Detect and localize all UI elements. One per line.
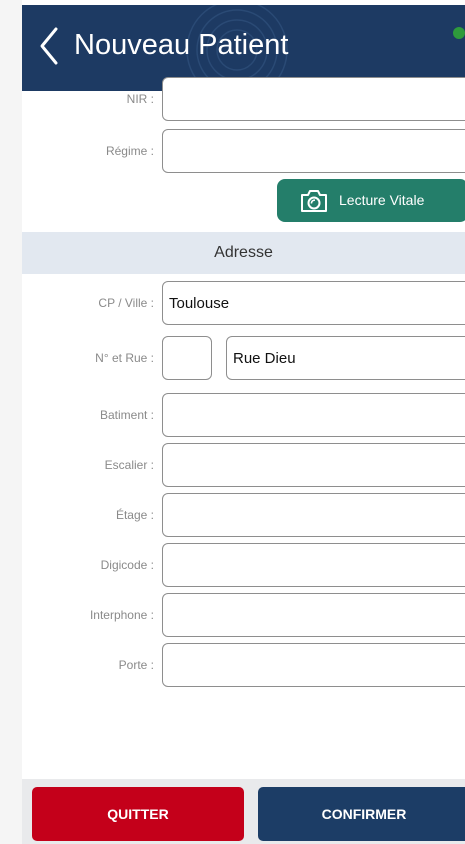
porte-label: Porte : [118, 658, 154, 672]
address-section-header: Adresse [22, 232, 465, 274]
nir-field[interactable] [162, 77, 465, 121]
lecture-vitale-label: Lecture Vitale [339, 192, 425, 208]
lecture-vitale-button[interactable]: Lecture Vitale [277, 179, 465, 222]
interphone-row: Interphone : [22, 593, 465, 637]
batiment-label: Batiment : [99, 408, 154, 422]
chevron-left-icon[interactable] [36, 23, 62, 69]
regime-row: Régime : [22, 129, 465, 173]
escalier-label: Escalier : [104, 458, 154, 472]
interphone-label: Interphone : [89, 608, 154, 622]
cp-ville-row: CP / Ville : [22, 281, 465, 325]
address-section-title: Adresse [214, 244, 273, 261]
etage-row: Étage : [22, 493, 465, 537]
street-name-field[interactable] [226, 336, 465, 380]
left-margin [0, 0, 22, 844]
etage-field[interactable] [162, 493, 465, 537]
confirm-button[interactable]: CONFIRMER [258, 787, 465, 841]
batiment-field[interactable] [162, 393, 465, 437]
regime-label: Régime : [105, 144, 154, 158]
app-screen: Nouveau Patient NIR : Régime : Lecture V… [22, 5, 465, 844]
numero-rue-label: N° et Rue : [95, 351, 154, 365]
numero-rue-row: N° et Rue : [22, 336, 465, 380]
porte-field[interactable] [162, 643, 465, 687]
quit-button[interactable]: QUITTER [32, 787, 244, 841]
escalier-field[interactable] [162, 443, 465, 487]
regime-field[interactable] [162, 129, 465, 173]
digicode-label: Digicode : [100, 558, 154, 572]
action-footer: QUITTER CONFIRMER [22, 779, 465, 844]
batiment-row: Batiment : [22, 393, 465, 437]
cp-ville-label: CP / Ville : [98, 296, 154, 310]
camera-icon [301, 190, 327, 212]
interphone-field[interactable] [162, 593, 465, 637]
escalier-row: Escalier : [22, 443, 465, 487]
page-title: Nouveau Patient [74, 29, 289, 61]
nir-label: NIR : [126, 92, 154, 106]
status-indicator [453, 27, 465, 39]
etage-label: Étage : [115, 508, 154, 522]
digicode-row: Digicode : [22, 543, 465, 587]
digicode-field[interactable] [162, 543, 465, 587]
porte-row: Porte : [22, 643, 465, 687]
cp-ville-field[interactable] [162, 281, 465, 325]
street-number-field[interactable] [162, 336, 212, 380]
